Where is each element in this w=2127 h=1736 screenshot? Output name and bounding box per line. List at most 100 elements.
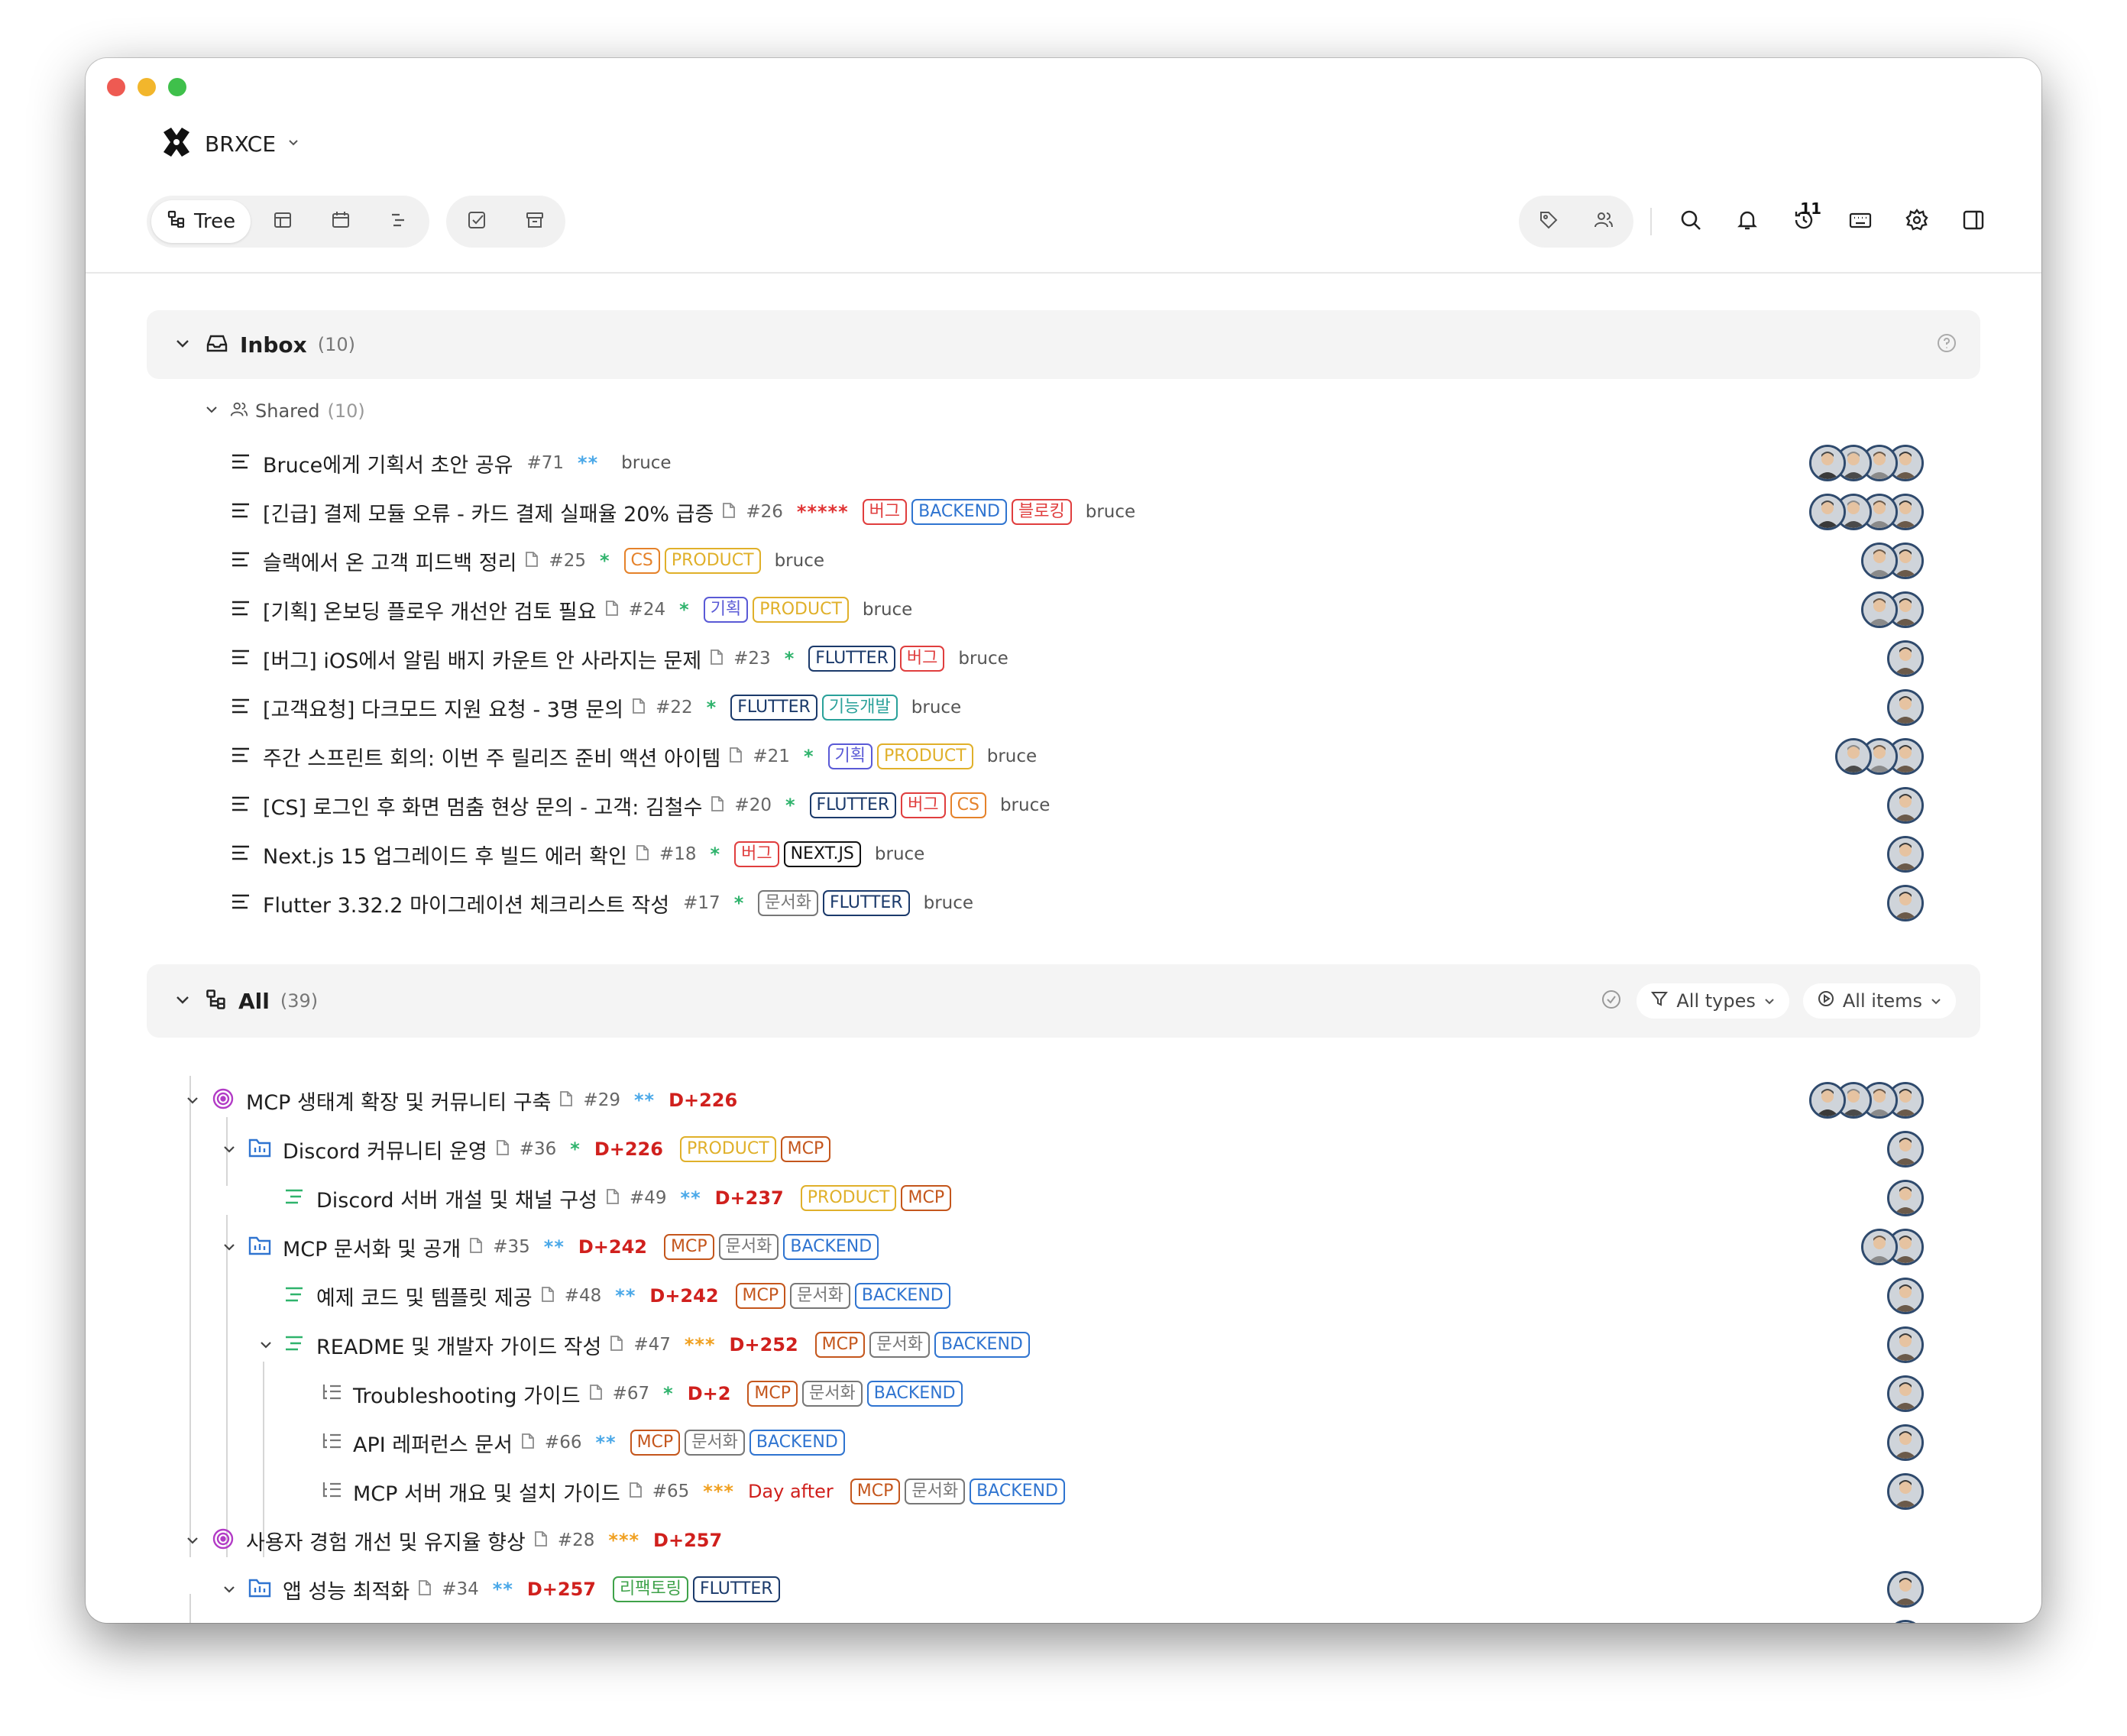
checklist-view-button[interactable] [451, 200, 503, 243]
inbox-item[interactable]: 슬랙에서 온 고객 피드백 정리 #25 * CS PRODUCT bruce [86, 536, 2041, 585]
search-button[interactable] [1669, 199, 1713, 244]
type-filter-dropdown[interactable]: All types [1637, 983, 1789, 1019]
chevron-down-icon[interactable] [220, 1580, 238, 1598]
tree-item-subtask[interactable]: API 레퍼런스 문서 #66 ** MCP 문서화 BACKEND [86, 1418, 2041, 1467]
all-section-header[interactable]: All (39) All types All items [147, 964, 1980, 1038]
tag-chip[interactable]: BACKEND [866, 1381, 963, 1407]
table-view-button[interactable] [257, 200, 309, 243]
tag-chip[interactable]: 버그 [901, 792, 946, 818]
inbox-item[interactable]: [CS] 로그인 후 화면 멈춤 현상 문의 - 고객: 김철수 #20 * FLUT… [86, 781, 2041, 830]
avatar[interactable] [1887, 1424, 1924, 1461]
avatar[interactable] [1887, 1180, 1924, 1216]
tag-chip[interactable]: MCP [901, 1185, 952, 1211]
inbox-item[interactable]: [긴급] 결제 모듈 오류 - 카드 결제 실패율 20% 급증 #26 *****… [86, 487, 2041, 536]
tag-chip[interactable]: 리팩토링 [613, 1576, 688, 1602]
chevron-down-icon[interactable] [257, 1336, 275, 1354]
tag-chip[interactable]: 문서화 [802, 1381, 863, 1407]
inbox-item[interactable]: Flutter 3.32.2 마이그레이션 체크리스트 작성 #17 * 문서화 FLU… [86, 879, 2041, 928]
inbox-section-header[interactable]: Inbox (10) [147, 310, 1980, 379]
tag-chip[interactable]: 문서화 [685, 1430, 745, 1456]
tag-chip[interactable]: PRODUCT [753, 597, 849, 623]
tree-item-project[interactable]: 앱 성능 최적화 #34 ** D+257 리팩토링 FLUTTER [86, 1565, 2041, 1614]
tag-chip[interactable]: BACKEND [749, 1430, 845, 1456]
avatar[interactable] [1861, 591, 1898, 628]
tags-button[interactable] [1526, 199, 1571, 244]
toggle-sidebar-button[interactable] [1951, 199, 1996, 244]
tag-chip[interactable]: 기획 [827, 743, 872, 769]
tag-chip[interactable]: 문서화 [905, 1479, 966, 1504]
notifications-button[interactable] [1725, 199, 1769, 244]
tag-chip[interactable]: BACKEND [970, 1479, 1065, 1504]
tag-chip[interactable]: FLUTTER [808, 646, 895, 672]
inbox-item[interactable]: Next.js 15 업그레이드 후 빌드 에러 확인 #18 * 버그 NEXT.JS… [86, 830, 2041, 879]
tree-item-goal[interactable]: MCP 생태계 확장 및 커뮤니티 구축 #29 ** D+226 [86, 1076, 2041, 1125]
tag-chip[interactable]: 버그 [899, 646, 945, 672]
avatar[interactable] [1809, 445, 1846, 481]
tag-chip[interactable]: BACKEND [934, 1332, 1030, 1358]
tag-chip[interactable]: MCP [630, 1430, 681, 1456]
close-window-button[interactable] [107, 78, 125, 96]
chevron-down-icon[interactable] [220, 1238, 238, 1256]
tree-item-task[interactable]: 예제 코드 및 템플릿 제공 #48 ** D+242 MCP 문서화 BACKEND [86, 1271, 2041, 1320]
tree-item-subtask[interactable]: Troubleshooting 가이드 #67 * D+2 MCP 문서화 BACKEND [86, 1369, 2041, 1418]
avatar[interactable] [1861, 1229, 1898, 1265]
tag-chip[interactable]: 버그 [862, 499, 908, 525]
shared-group-header[interactable]: Shared (10) [205, 387, 365, 436]
tag-chip[interactable]: NEXT.JS [783, 841, 861, 867]
tag-chip[interactable]: 기능개발 [821, 695, 898, 721]
tag-chip[interactable]: PRODUCT [877, 743, 973, 769]
check-circle-icon[interactable] [1600, 988, 1623, 1014]
tag-chip[interactable]: FLUTTER [730, 695, 817, 721]
tag-chip[interactable]: MCP [735, 1283, 786, 1309]
tag-chip[interactable]: MCP [850, 1479, 901, 1504]
inbox-item[interactable]: [버그] iOS에서 알림 배지 카운트 안 사라지는 문제 #23 * FLUTTE… [86, 634, 2041, 683]
avatar[interactable] [1887, 689, 1924, 726]
tree-item-task[interactable]: Discord 서버 개설 및 채널 구성 #49 ** D+237 PRODUCT MC… [86, 1174, 2041, 1223]
timeline-view-button[interactable] [373, 200, 425, 243]
members-button[interactable] [1581, 199, 1626, 244]
avatar[interactable] [1887, 1375, 1924, 1412]
tag-chip[interactable]: BACKEND [854, 1283, 950, 1309]
tag-chip[interactable]: FLUTTER [823, 890, 910, 916]
inbox-item[interactable]: [고객요청] 다크모드 지원 요청 - 3명 문의 #22 * FLUTTER 기능개발… [86, 683, 2041, 732]
settings-button[interactable] [1895, 199, 1939, 244]
tag-chip[interactable]: 버그 [734, 841, 779, 867]
tree-item-subtask[interactable]: MCP 서버 개요 및 설치 가이드 #65 *** Day after MCP 문서화 B… [86, 1467, 2041, 1516]
tree-item-task[interactable]: 메모리 누수 최적화#46**D+257리팩토링FLUTTER [86, 1614, 2041, 1623]
chevron-down-icon[interactable] [183, 1091, 202, 1109]
avatar[interactable] [1887, 1131, 1924, 1168]
tag-chip[interactable]: MCP [814, 1332, 866, 1358]
tag-chip[interactable]: MCP [747, 1381, 798, 1407]
tag-chip[interactable]: 문서화 [758, 890, 818, 916]
workspace-switcher[interactable]: BRXCE [159, 122, 300, 165]
avatar[interactable] [1861, 542, 1898, 579]
tree-item-project[interactable]: Discord 커뮤니티 운영 #36 * D+226 PRODUCT MCP [86, 1125, 2041, 1174]
avatar[interactable] [1809, 1082, 1846, 1119]
tag-chip[interactable]: MCP [664, 1234, 714, 1260]
avatar[interactable] [1887, 640, 1924, 677]
avatar[interactable] [1887, 836, 1924, 873]
tag-chip[interactable]: PRODUCT [679, 1136, 776, 1162]
tag-chip[interactable]: CS [623, 548, 660, 574]
inbox-item[interactable]: 주간 스프린트 회의: 이번 주 릴리즈 준비 액션 아이템 #21 * 기획 PROD… [86, 732, 2041, 781]
tag-chip[interactable]: FLUTTER [692, 1576, 780, 1602]
avatar[interactable] [1887, 1326, 1924, 1363]
avatar[interactable] [1887, 1620, 1924, 1623]
keyboard-shortcuts-button[interactable] [1838, 199, 1883, 244]
avatar[interactable] [1887, 1278, 1924, 1314]
tree-item-goal[interactable]: 사용자 경험 개선 및 유지율 향상 #28 *** D+257 [86, 1516, 2041, 1565]
archive-view-button[interactable] [509, 200, 561, 243]
tag-chip[interactable]: MCP [780, 1136, 831, 1162]
avatar[interactable] [1887, 787, 1924, 824]
avatar[interactable] [1887, 885, 1924, 921]
tree-view-button[interactable]: Tree [151, 200, 251, 243]
tag-chip[interactable]: BACKEND [783, 1234, 879, 1260]
chevron-down-icon[interactable] [220, 1140, 238, 1158]
help-icon[interactable] [1936, 332, 1957, 357]
avatar[interactable] [1887, 1473, 1924, 1510]
inbox-item[interactable]: Bruce에게 기획서 초안 공유 #71 ** bruce [86, 439, 2041, 487]
calendar-view-button[interactable] [315, 200, 367, 243]
tag-chip[interactable]: PRODUCT [664, 548, 761, 574]
tree-item-project[interactable]: MCP 문서화 및 공개 #35 ** D+242 MCP 문서화 BACKEND [86, 1223, 2041, 1271]
minimize-window-button[interactable] [138, 78, 156, 96]
